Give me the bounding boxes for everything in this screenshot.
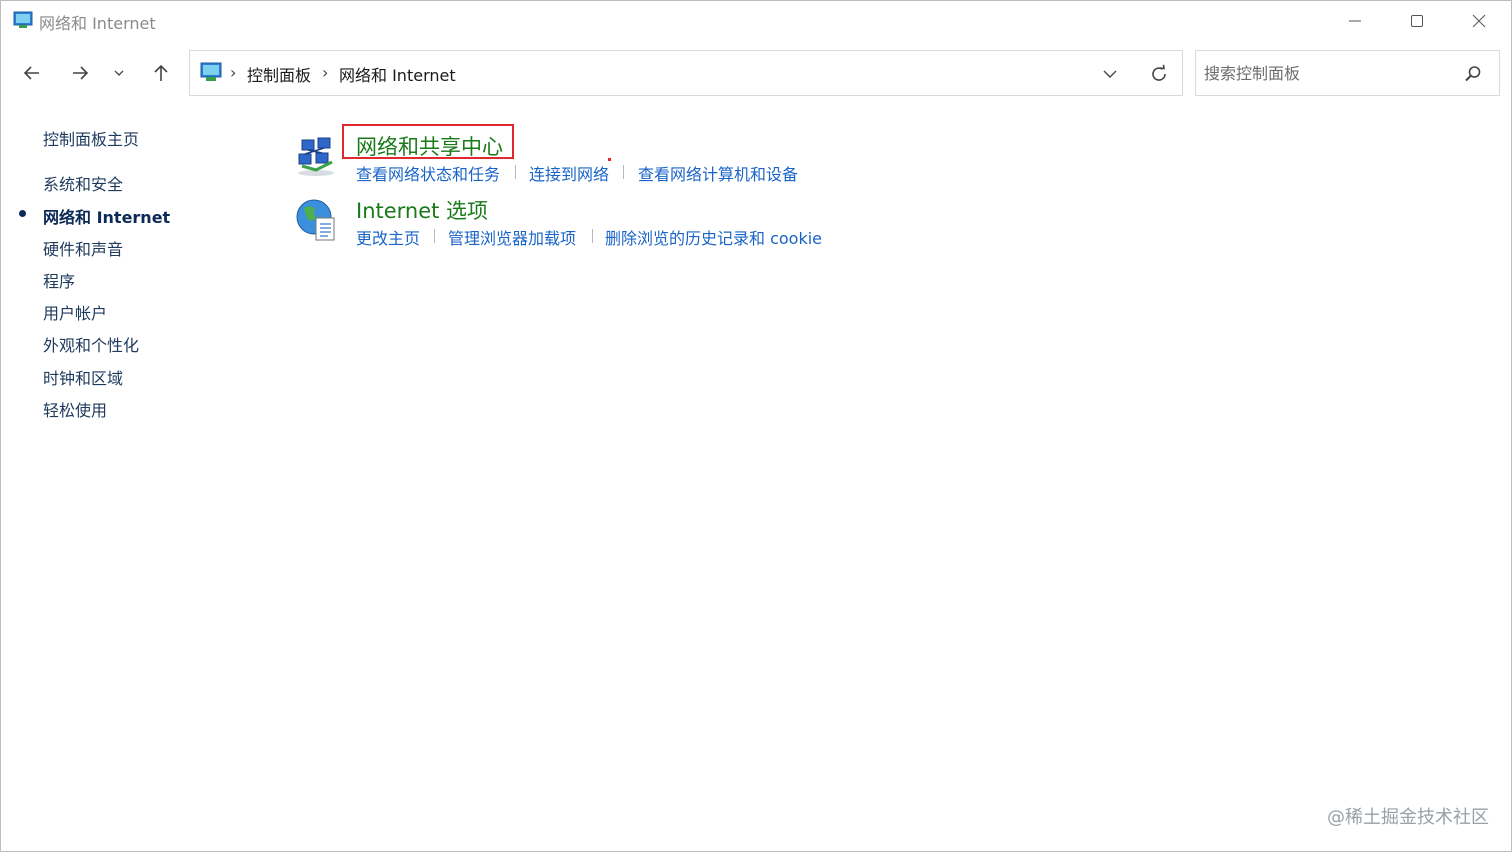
chevron-down-icon [114,70,124,76]
arrow-left-icon [23,66,39,80]
close-button[interactable] [1447,1,1511,41]
internet-options-icon[interactable] [296,198,338,242]
address-history-button[interactable] [1096,61,1124,87]
sidebar-item-control-panel-home[interactable]: 控制面板主页 [43,126,139,150]
link-separator [592,229,593,243]
highlight-box [342,124,514,159]
link-delete-browsing-history[interactable]: 删除浏览的历史记录和 cookie [605,225,822,249]
control-panel-window: 网络和 Internet › 控制面板 › 网络和 Internet 搜索控制面… [0,0,1512,852]
breadcrumb-network-internet[interactable]: 网络和 Internet [339,62,456,86]
sidebar-item-ease-of-access[interactable]: 轻松使用 [43,397,107,421]
sidebar-item-appearance[interactable]: 外观和个性化 [43,332,139,356]
breadcrumb-control-panel[interactable]: 控制面板 [247,62,311,86]
recent-locations-button[interactable] [107,59,131,87]
active-bullet-icon [19,210,26,217]
maximize-button[interactable] [1385,1,1449,41]
category-title-internet-options[interactable]: Internet 选项 [356,195,488,225]
window-title: 网络和 Internet [39,14,156,33]
sidebar-item-system-security[interactable]: 系统和安全 [43,171,123,195]
sidebar-item-programs[interactable]: 程序 [43,268,75,292]
link-separator [623,165,624,179]
maximize-icon [1411,15,1423,27]
control-panel-icon [200,62,222,81]
link-view-network-computers[interactable]: 查看网络计算机和设备 [638,161,798,185]
minimize-icon [1349,20,1361,22]
search-icon[interactable] [1464,65,1482,83]
network-sharing-center-icon[interactable] [296,136,338,178]
link-separator [434,229,435,243]
watermark: @稀土掘金技术社区 [1327,807,1489,828]
title-bar: 网络和 Internet [1,1,1511,41]
arrow-right-icon [73,66,89,80]
control-panel-icon [13,11,33,28]
forward-button[interactable] [66,59,94,87]
chevron-down-icon [1103,70,1117,78]
close-icon [1472,14,1486,28]
search-input[interactable] [1204,59,1454,87]
refresh-icon [1152,64,1166,81]
sidebar-item-user-accounts[interactable]: 用户帐户 [43,300,107,324]
link-connect-to-network[interactable]: 连接到网络 [529,161,609,185]
address-bar[interactable]: › 控制面板 › 网络和 Internet [189,50,1183,96]
sidebar-item-clock-region[interactable]: 时钟和区域 [43,365,123,389]
link-view-network-status[interactable]: 查看网络状态和任务 [356,161,500,185]
breadcrumb-separator[interactable]: › [322,63,328,82]
breadcrumb-separator[interactable]: › [230,63,236,82]
link-change-homepage[interactable]: 更改主页 [356,225,420,249]
arrow-up-icon [154,64,168,81]
link-manage-addons[interactable]: 管理浏览器加载项 [448,225,576,249]
minimize-button[interactable] [1323,1,1387,41]
link-separator [515,165,516,179]
sidebar-item-network-internet[interactable]: 网络和 Internet [43,204,170,228]
refresh-button[interactable] [1144,61,1174,87]
search-box[interactable] [1195,50,1500,96]
up-button[interactable] [147,59,175,87]
back-button[interactable] [18,59,46,87]
sidebar-item-hardware-sound[interactable]: 硬件和声音 [43,236,123,260]
